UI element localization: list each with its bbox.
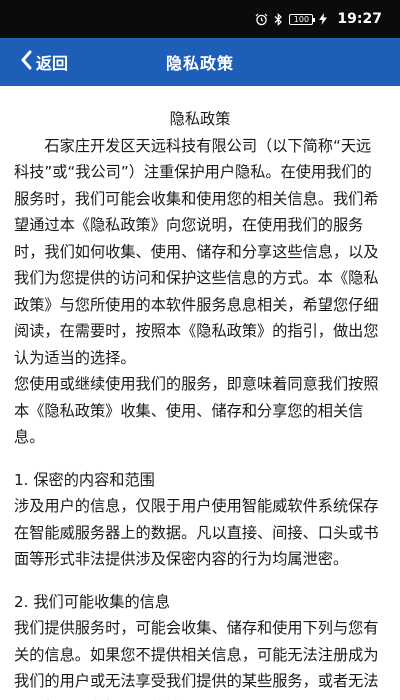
- chevron-left-icon: [20, 50, 32, 74]
- intro-paragraph: 石家庄开发区天远科技有限公司（以下简称“天远科技”或“我公司”）注重保护用户隐私…: [14, 136, 379, 367]
- battery-level: 100: [293, 14, 310, 24]
- back-label: 返回: [36, 54, 69, 73]
- section-heading: 2. 我们可能收集的信息: [14, 592, 171, 611]
- page-title: 隐私政策: [165, 54, 234, 73]
- section-collected-info: 2. 我们可能收集的信息 我们提供服务时，可能会收集、储存和使用下列与您有关的信…: [14, 589, 386, 700]
- section-body: 涉及用户的信息，仅限于用户使用智能威软件系统保存在智能威服务器上的数据。凡以直接…: [14, 497, 379, 568]
- document-title: 隐私政策: [169, 110, 231, 128]
- bluetooth-icon: [274, 12, 283, 26]
- section-confidentiality: 1. 保密的内容和范围 涉及用户的信息，仅限于用户使用智能威软件系统保存在智能威…: [14, 467, 386, 573]
- status-bar: 100 19:27: [0, 0, 400, 38]
- status-time: 19:27: [337, 11, 382, 27]
- nav-bar: 返回 隐私政策: [0, 38, 400, 86]
- back-button[interactable]: 返回: [20, 38, 68, 86]
- privacy-content[interactable]: 隐私政策 石家庄开发区天远科技有限公司（以下简称“天远科技”或“我公司”）注重保…: [0, 86, 400, 700]
- battery-icon: 100: [289, 13, 316, 25]
- charging-icon: [319, 13, 328, 25]
- section-body: 我们提供服务时，可能会收集、储存和使用下列与您有关的信息。如果您不提供相关信息，…: [14, 619, 379, 700]
- consent-paragraph: 您使用或继续使用我们的服务，即意味着同意我们按照本《隐私政策》收集、使用、储存和…: [14, 375, 379, 446]
- section-heading: 1. 保密的内容和范围: [14, 470, 155, 489]
- alarm-icon: [255, 13, 268, 26]
